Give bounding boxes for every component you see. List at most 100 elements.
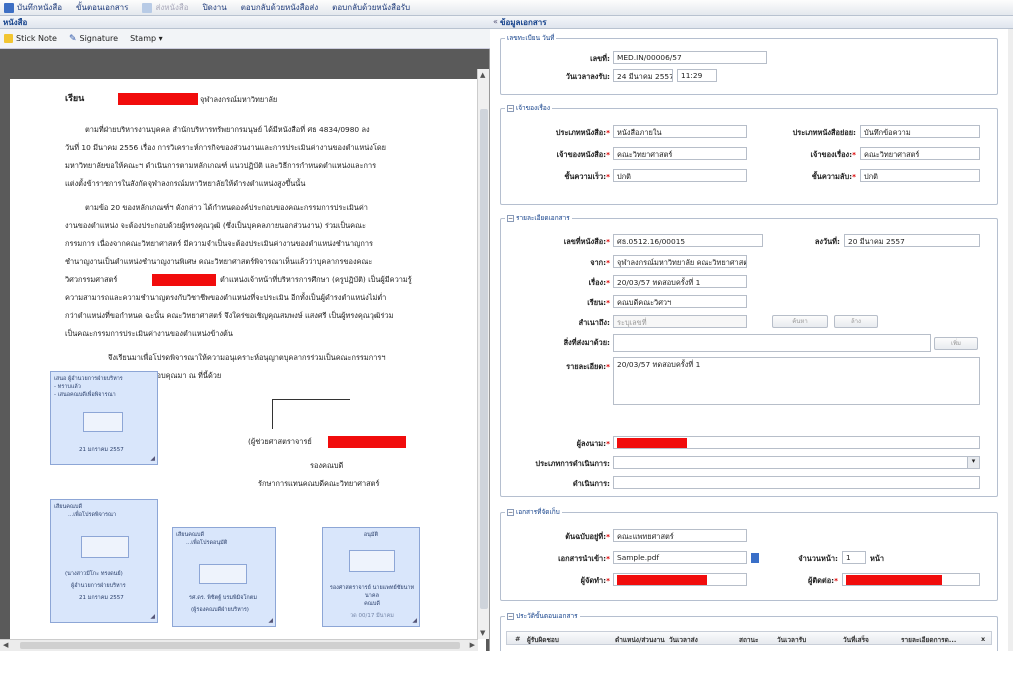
collapse-left-icon[interactable]: « — [493, 17, 498, 26]
keeper-label: ผู้จัดทำ:* — [580, 576, 610, 585]
sticky-note[interactable]: เสียนคณบดี ...เพื่อโปรดพิจารณา (นางสาวมี… — [50, 499, 158, 623]
secret-label: ชั้นความลับ:* — [811, 172, 856, 181]
doc-line: กว่าตำแหน่งที่ขอกำหนด ฉะนั้น คณะวิทยาศาส… — [65, 311, 394, 320]
doc-line: จึงเรียนมาเพื่อโปรดพิจารณาให้ความอนุเครา… — [108, 353, 386, 362]
close-job-button[interactable]: ปิดงาน — [203, 1, 227, 14]
doc-line: วันที่ 10 มีนาคม 2556 เรื่อง การวิเคราะห… — [65, 143, 386, 152]
chevron-down-icon[interactable]: ▾ — [967, 457, 979, 468]
signer-label: ผู้ลงนาม:* — [576, 439, 610, 448]
from-field[interactable]: จุฬาลงกรณ์มหาวิทยาลัย คณะวิทยาศาสตร์ — [613, 255, 747, 268]
doc-steps-button[interactable]: ขั้นตอนเอกสาร — [76, 1, 128, 14]
signature-stamp — [83, 412, 123, 432]
send-book-button[interactable]: ส่งหนังสือ — [142, 1, 189, 14]
signer-title: รักษาการแทนคณบดีคณะวิทยาศาสตร์ — [258, 479, 380, 488]
time-field[interactable]: 11:29 — [677, 69, 717, 82]
horizontal-scrollbar[interactable]: ◀ ▶ — [0, 639, 478, 651]
signer-field[interactable] — [613, 436, 980, 449]
cc-field[interactable]: ระบุเลขที่ — [613, 315, 747, 328]
action-type-label: ประเภทการดำเนินการ: — [535, 459, 610, 468]
left-panel-header: หนังสือ — [0, 16, 490, 29]
signer-title: รองคณบดี — [310, 461, 344, 470]
redaction-bar — [152, 274, 216, 286]
doc-line: ตามข้อ 20 ของหลักเกณฑ์ฯ ดังกล่าว ได้กำหน… — [85, 203, 368, 212]
vertical-scrollbar[interactable]: ▲ ▼ — [477, 69, 489, 639]
sticky-note[interactable]: เสียนคณบดี ...เพื่อโปรดอนุมัติ รศ.ดร. พิ… — [172, 527, 276, 627]
sticky-note[interactable]: เสนอ ผู้อำนวยการฝ่ายบริหาร - ทราบแล้ว - … — [50, 371, 158, 465]
sub-type-field[interactable]: บันทึกข้อความ — [860, 125, 980, 138]
send-icon — [142, 2, 153, 13]
scroll-thumb[interactable] — [20, 642, 460, 649]
save-book-button[interactable]: บันทึกหนังสือ — [4, 1, 62, 14]
recipient-text: จุฬาลงกรณ์มหาวิทยาลัย — [200, 95, 278, 104]
document-viewer[interactable]: เรียน จุฬาลงกรณ์มหาวิทยาลัย ตามที่ฝ่ายบร… — [0, 49, 490, 679]
doc-line: งานของตำแหน่ง จะต้องประกอบด้วยผู้ทรงคุณว… — [65, 221, 366, 230]
doc-type-field[interactable]: หนังสือภายใน — [613, 125, 747, 138]
action-label: ดำเนินการ: — [572, 479, 610, 488]
action-type-select[interactable]: ▾ — [613, 456, 980, 469]
signer-prefix: (ผู้ช่วยศาสตราจารย์ — [248, 437, 312, 446]
file-icon[interactable] — [751, 553, 759, 563]
date-field[interactable]: 24 มีนาคม 2557 — [613, 69, 673, 82]
file-field[interactable]: Sample.pdf — [613, 551, 747, 564]
salutation-label: เรียน — [65, 94, 85, 104]
scroll-up-icon[interactable]: ▲ — [480, 71, 485, 79]
to-label: เรียน:* — [587, 298, 610, 307]
orig-label: ต้นฉบับอยู่ที่:* — [565, 532, 610, 541]
resize-handle-icon[interactable]: ◢ — [412, 617, 417, 625]
ref-date-field[interactable]: 20 มีนาคม 2557 — [844, 234, 980, 247]
stamp-dropdown[interactable]: Stamp ▾ — [130, 34, 163, 43]
doc-line: ตามที่ฝ่ายบริหารงานบุคคล สำนักบริหารทรัพ… — [85, 125, 370, 134]
doc-line: ชำนาญงานเป็นตำแหน่งชำนาญงานพิเศษ คณะวิทย… — [65, 257, 373, 266]
attach-label: สิ่งที่ส่งมาด้วย: — [563, 338, 610, 347]
ref-no-field[interactable]: ศธ.0512.16/00015 — [613, 234, 763, 247]
signature-stamp — [199, 564, 247, 584]
contact-field[interactable] — [842, 573, 980, 586]
right-panel-scrollbar[interactable] — [1008, 29, 1013, 651]
subject-field[interactable]: 20/03/57 ทดสอบครั้งที่ 1 — [613, 275, 747, 288]
search-button[interactable]: ค้นหา — [772, 315, 828, 328]
action-field[interactable] — [613, 476, 980, 489]
subject-label: เรื่อง:* — [588, 278, 610, 287]
reply-send-button[interactable]: ตอบกลับด้วยหนังสือส่ง — [241, 1, 318, 14]
pages-field[interactable]: 1 — [842, 551, 866, 564]
detail-field[interactable]: 20/03/57 ทดสอบครั้งที่ 1 — [613, 357, 980, 405]
collapse-toggle-icon[interactable]: − — [507, 214, 514, 222]
sticky-note[interactable]: อนุมัติ รองศาสตราจารย์ นายแพทย์ชัยนาท นา… — [322, 527, 420, 627]
scroll-thumb[interactable] — [480, 109, 488, 609]
doc-no-field[interactable]: MED.IN/00006/57 — [613, 51, 767, 64]
redaction-bar — [328, 436, 406, 448]
resize-handle-icon[interactable]: ◢ — [268, 617, 273, 625]
redaction-bar — [118, 93, 198, 105]
sub-type-label: ประเภทหนังสือย่อย: — [792, 128, 856, 137]
add-attach-button[interactable]: เพิ่ม — [934, 337, 978, 350]
scroll-right-icon[interactable]: ▶ — [470, 641, 475, 649]
details-section: − รายละเอียดเอกสาร — [500, 213, 998, 497]
from-label: จาก:* — [590, 258, 610, 267]
signature-button[interactable]: ✎ Signature — [69, 34, 118, 44]
stick-note-button[interactable]: Stick Note — [4, 34, 57, 43]
orig-field[interactable]: คณะแพทยศาสตร์ — [613, 529, 747, 542]
clear-button[interactable]: ล้าง — [834, 315, 878, 328]
document-page: เรียน จุฬาลงกรณ์มหาวิทยาลัย ตามที่ฝ่ายบร… — [10, 79, 486, 679]
scroll-down-icon[interactable]: ▼ — [480, 629, 485, 637]
reply-recv-button[interactable]: ตอบกลับด้วยหนังสือรับ — [332, 1, 410, 14]
keeper-field[interactable] — [613, 573, 747, 586]
book-owner-field[interactable]: คณะวิทยาศาสตร์ — [613, 147, 747, 160]
speed-field[interactable]: ปกติ — [613, 169, 747, 182]
attach-field[interactable] — [613, 334, 931, 352]
ref-no-label: เลขที่หนังสือ:* — [563, 237, 610, 246]
doc-line: ตำแหน่งเจ้าหน้าที่บริหารการศึกษา (ครูปฏิ… — [220, 275, 412, 284]
story-owner-field[interactable]: คณะวิทยาศาสตร์ — [860, 147, 980, 160]
secret-field[interactable]: ปกติ — [860, 169, 980, 182]
signature-stamp — [81, 536, 129, 558]
file-label: เอกสารนำเข้า:* — [558, 554, 610, 563]
collapse-toggle-icon[interactable]: − — [507, 612, 514, 620]
scroll-left-icon[interactable]: ◀ — [3, 641, 8, 649]
resize-handle-icon[interactable]: ◢ — [150, 613, 155, 621]
right-panel-header: ข้อมูลเอกสาร — [490, 16, 1013, 29]
resize-handle-icon[interactable]: ◢ — [150, 455, 155, 463]
to-field[interactable]: คณบดีคณะวิศวฯ — [613, 295, 747, 308]
speed-label: ชั้นความเร็ว:* — [564, 172, 610, 181]
collapse-toggle-icon[interactable]: − — [507, 104, 514, 112]
collapse-toggle-icon[interactable]: − — [507, 508, 514, 516]
